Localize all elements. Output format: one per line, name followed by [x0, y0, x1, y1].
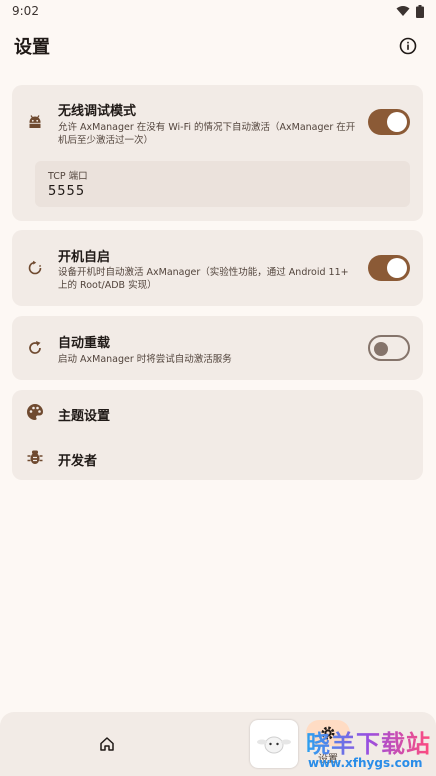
tcp-port-value: 5555	[48, 184, 86, 199]
boot-start-title: 开机自启	[58, 250, 111, 265]
theme-settings-label: 主题设置	[58, 409, 111, 424]
wireless-debug-card: 无线调试模式 允许 AxManager 在没有 Wi-Fi 的情况下自动激活（A…	[12, 85, 423, 221]
status-time: 9:02	[12, 4, 39, 18]
page-title: 设置	[14, 37, 50, 58]
battery-icon	[416, 4, 424, 18]
developer-label: 开发者	[58, 454, 98, 469]
info-button[interactable]	[396, 34, 420, 58]
status-icons	[396, 4, 424, 18]
tcp-port-label: TCP 端口	[48, 171, 88, 182]
developer-item[interactable]: 开发者	[12, 435, 423, 480]
nav-home-icon-wrap	[85, 731, 129, 757]
android-icon	[26, 113, 44, 131]
watermark-logo	[250, 720, 298, 768]
tcp-port-field[interactable]: TCP 端口 5555	[35, 161, 410, 207]
toggle-knob	[374, 342, 388, 356]
wireless-debug-toggle[interactable]	[368, 109, 410, 135]
wireless-debug-title: 无线调试模式	[58, 104, 137, 119]
sheep-icon	[257, 736, 291, 754]
wireless-debug-description: 允许 AxManager 在没有 Wi-Fi 的情况下自动激活（AxManage…	[58, 122, 356, 146]
auto-reload-title: 自动重载	[58, 336, 111, 351]
misc-settings-card: 主题设置 开发者	[12, 390, 423, 480]
boot-start-card[interactable]: 开机自启 设备开机时自动激活 AxManager（实验性功能，通过 Androi…	[12, 230, 423, 306]
boot-start-toggle[interactable]	[368, 255, 410, 281]
auto-reload-card[interactable]: 自动重载 启动 AxManager 时将尝试自动激活服务	[12, 316, 423, 380]
status-bar: 9:02	[0, 0, 436, 22]
refresh-icon	[26, 339, 44, 357]
watermark-text: 晓羊下载站	[306, 724, 431, 759]
boot-start-description: 设备开机时自动激活 AxManager（实验性功能，通过 Android 11+…	[58, 267, 349, 291]
wireless-debug-row[interactable]: 无线调试模式 允许 AxManager 在没有 Wi-Fi 的情况下自动激活（A…	[12, 85, 423, 155]
auto-reload-toggle[interactable]	[368, 335, 410, 361]
theme-settings-item[interactable]: 主题设置	[12, 390, 423, 435]
bug-icon	[26, 448, 44, 466]
restart-icon	[26, 259, 44, 277]
home-icon	[100, 737, 114, 751]
auto-reload-description: 启动 AxManager 时将尝试自动激活服务	[58, 354, 232, 365]
app-bar: 设置	[0, 28, 436, 64]
wifi-icon	[396, 6, 410, 16]
info-icon	[399, 37, 417, 55]
toggle-knob	[387, 258, 407, 278]
watermark: 晓羊下载站 www.xfhygs.com	[250, 718, 436, 776]
nav-home[interactable]	[67, 712, 147, 776]
toggle-knob	[387, 112, 407, 132]
watermark-url: www.xfhygs.com	[308, 756, 423, 770]
palette-icon	[26, 403, 44, 421]
